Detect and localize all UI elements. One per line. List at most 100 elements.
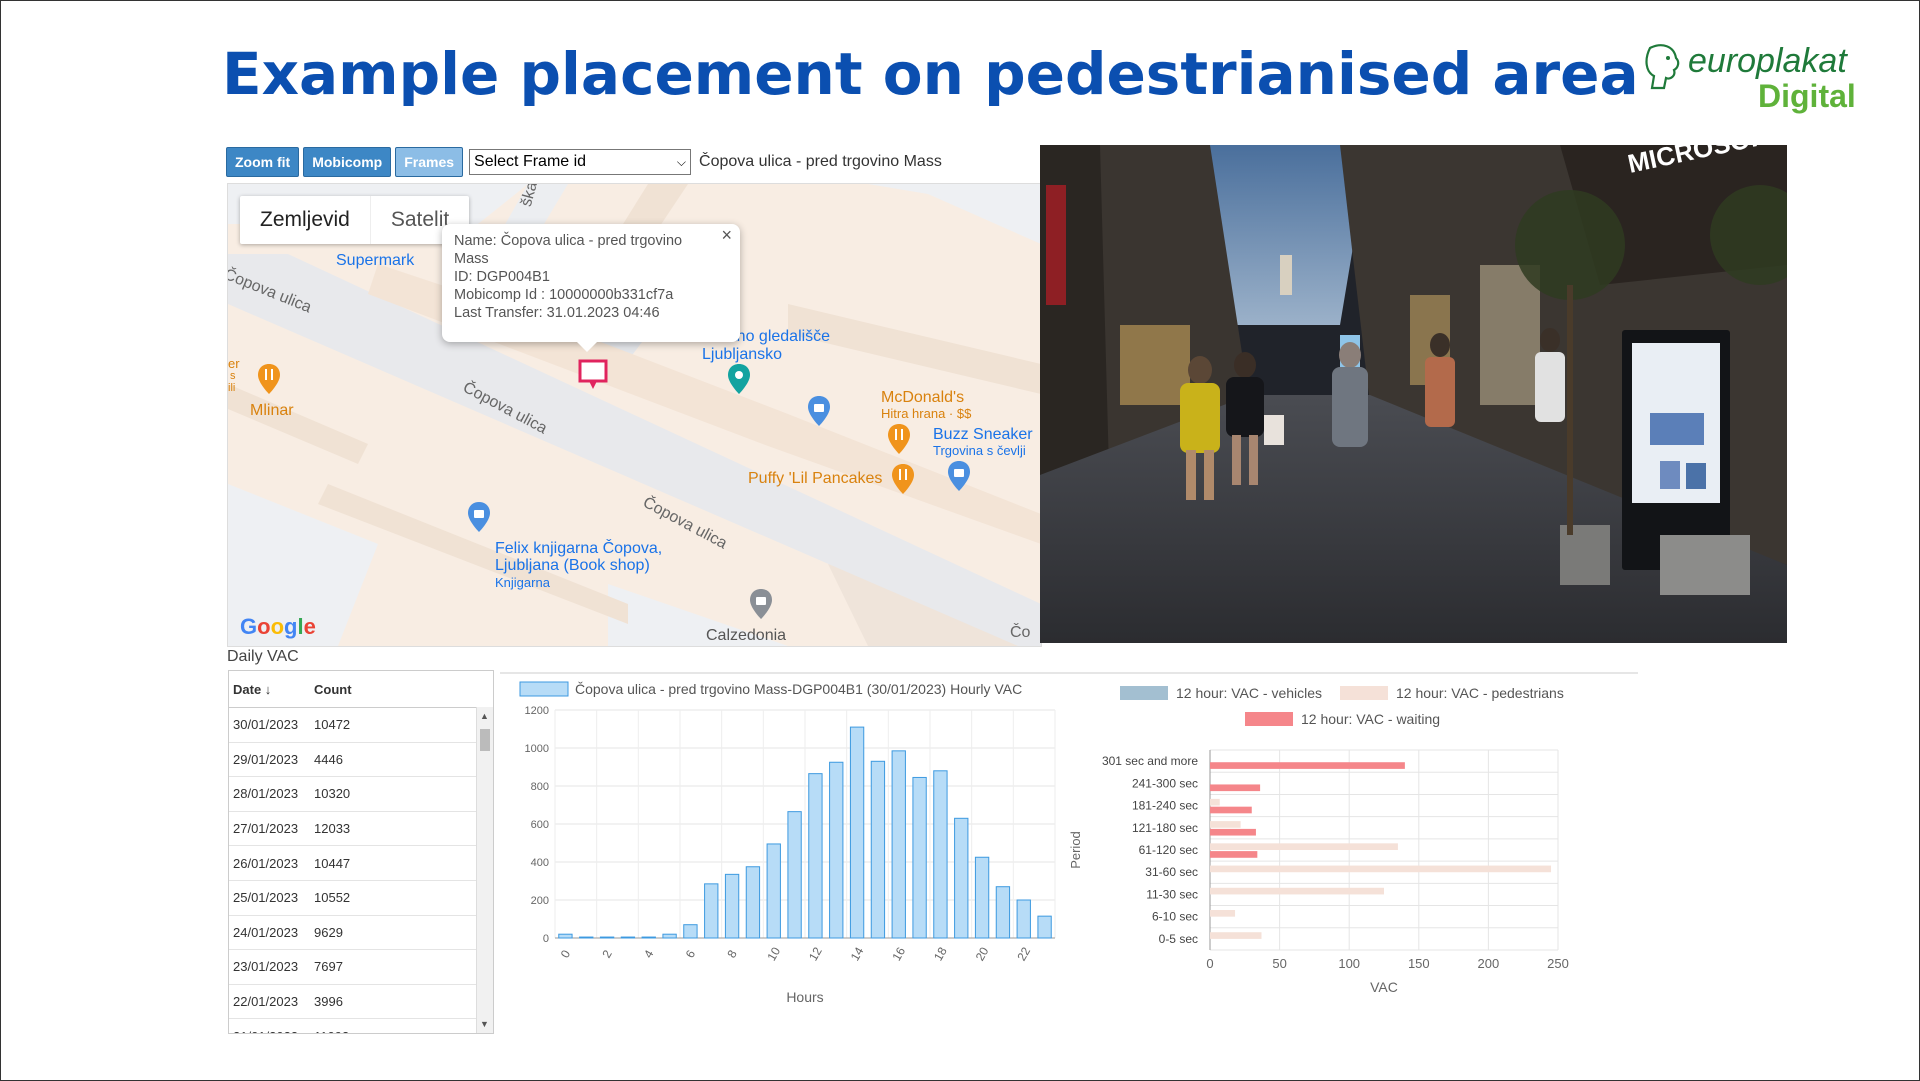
x-tick-label: 150 [1408,956,1430,971]
frame-id-select[interactable]: Select Frame id ⌵ [469,149,692,175]
y-tick-label: 0-5 sec [1159,932,1198,946]
legend-label: 12 hour: VAC - vehicles [1176,685,1322,701]
bar [912,776,927,939]
map-label-mcdonalds-sub: Hitra hrana · $$ [881,406,972,421]
map-label-buzz[interactable]: Buzz Sneaker [933,426,1033,444]
map-label-left-3: ili [228,382,236,394]
bar [829,761,844,939]
map-view[interactable]: Zemljevid Satelit Supermark Čopova ulica… [227,183,1042,647]
tab-map[interactable]: Zemljevid [240,196,370,244]
map-label-mcdonalds[interactable]: McDonald's [881,389,964,407]
close-icon[interactable]: × [721,226,732,244]
table-row[interactable]: 29/01/2023 4446 [229,743,493,778]
buzz-pin-icon[interactable] [948,461,970,491]
slide-title: Example placement on pedestrianised area [222,40,1639,108]
table-row[interactable]: 27/01/2023 12033 [229,812,493,847]
x-tick-label: 0 [558,947,574,960]
cell-count: 12033 [314,821,351,837]
bar-pedestrians [1210,821,1241,828]
column-header-date[interactable]: Date ↓ [229,682,314,697]
map-label-theatre-2[interactable]: Ljubljansko [702,346,782,364]
bar-waiting [1210,851,1258,858]
map-type-tabs: Zemljevid Satelit [240,196,470,244]
bar-pedestrians [1210,798,1220,806]
x-tick-label: 22 [1014,944,1033,963]
bar [1037,915,1052,939]
daily-vac-table: Date ↓ Count 30/01/2023 10472 29/01/2023 44… [228,670,494,1034]
cell-count: 10447 [314,855,351,871]
x-tick-label: 4 [641,947,657,960]
map-toolbar: Zoom fit Mobicomp Frames Select Frame id… [226,147,942,177]
y-tick-label: 0 [543,933,549,945]
map-label-felix-sub: Knjigarna [495,575,550,590]
x-tick-label: 14 [848,944,867,963]
mcdonalds-pin-icon[interactable] [888,424,910,454]
x-tick-label: 200 [1478,956,1500,971]
popup-name: Name: Čopova ulica - pred trgovino Mass [454,233,683,267]
bar [683,924,698,939]
legend-label: 12 hour: VAC - pedestrians [1396,685,1564,701]
table-row[interactable]: 23/01/2023 7697 [229,950,493,985]
map-label-felix[interactable]: Felix knjigarna Čopova, [495,540,662,558]
y-tick-label: 400 [531,857,549,869]
map-label-puffy[interactable]: Puffy 'Lil Pancakes [748,470,882,488]
bar [1016,899,1031,939]
map-label-left-2: s [230,370,236,382]
hourly-vac-chart-svg: Čopova ulica - pred trgovino Mass-DGP004… [519,681,1056,1005]
table-row[interactable]: 28/01/2023 10320 [229,777,493,812]
mobicomp-button[interactable]: Mobicomp [303,147,392,177]
legend-label: 12 hour: VAC - waiting [1301,711,1440,727]
calzedonia-pin-icon[interactable] [750,589,772,619]
scroll-down-icon[interactable]: ▼ [480,1019,489,1029]
logo-text-digital: Digital [1758,78,1856,114]
table-scrollbar[interactable]: ▲ ▼ [476,707,493,1033]
table-row[interactable]: 25/01/2023 10552 [229,881,493,916]
table-row[interactable]: 24/01/2023 9629 [229,916,493,951]
cell-date: 27/01/2023 [233,821,299,837]
y-tick-label: 31-60 sec [1145,865,1198,879]
theatre-pin-icon[interactable] [728,364,750,394]
cell-date: 26/01/2023 [233,855,299,871]
table-row[interactable]: 22/01/2023 3996 [229,985,493,1020]
map-label-calzedonia[interactable]: Calzedonia [706,627,786,645]
bar [662,933,677,939]
column-header-count[interactable]: Count [314,682,464,697]
felix-pin-icon[interactable] [468,502,490,532]
frame-marker-icon[interactable] [578,359,608,391]
bar [579,936,594,939]
scrollbar-thumb[interactable] [480,729,490,751]
y-tick-label: 800 [531,781,549,793]
table-row[interactable]: 30/01/2023 10472 [229,708,493,743]
bar [599,936,615,939]
frames-button[interactable]: Frames [395,147,464,177]
y-tick-label: 61-120 sec [1139,843,1198,857]
bar-pedestrians [1210,843,1398,850]
scroll-up-icon[interactable]: ▲ [480,711,489,721]
y-tick-label: 600 [531,819,549,831]
cell-count: 4446 [314,751,343,767]
x-tick-label: 0 [1206,956,1213,971]
popup-last-transfer: Last Transfer: 31.01.2023 04:46 [454,305,660,321]
popup-mobicomp-id: Mobicomp Id : 10000000b331cf7a [454,287,674,303]
table-row[interactable]: 26/01/2023 10447 [229,846,493,881]
bar [849,726,865,939]
map-label-felix-2[interactable]: Ljubljana (Book shop) [495,557,650,575]
y-tick-label: 200 [531,895,549,907]
puffy-pin-icon[interactable] [892,464,914,494]
mlinar-pin-icon[interactable] [258,364,280,394]
map-label-mlinar[interactable]: Mlinar [250,402,294,420]
map-label-supermarket[interactable]: Supermark [336,252,414,270]
cell-date: 23/01/2023 [233,959,299,975]
x-tick-label: 50 [1272,956,1286,971]
y-tick-label: 6-10 sec [1152,910,1198,924]
bar [954,817,969,939]
zoom-fit-button[interactable]: Zoom fit [226,147,300,177]
table-body: 30/01/2023 10472 29/01/2023 4446 28/01/2023 1… [229,708,493,1033]
x-axis-title: Hours [786,989,823,1005]
map-label-street-edge: Čo [1010,624,1031,641]
shopping-pin-icon[interactable] [808,396,830,426]
legend-swatch [1120,686,1168,700]
bar [787,811,802,939]
table-row[interactable]: 21/01/202311093 [229,1019,493,1033]
cell-count: 7697 [314,959,343,975]
